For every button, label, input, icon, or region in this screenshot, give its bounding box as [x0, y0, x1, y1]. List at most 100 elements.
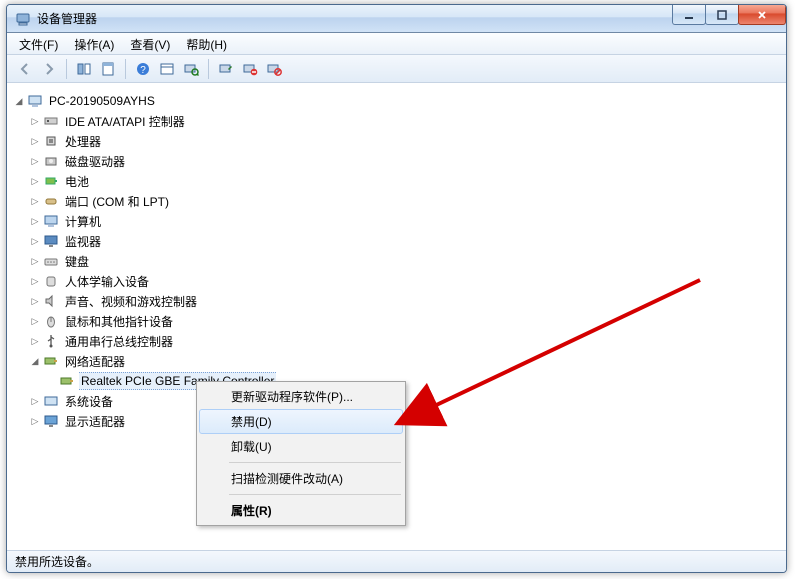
nav-back-button[interactable]	[13, 58, 37, 80]
expand-icon[interactable]: ▷	[27, 273, 43, 289]
node-label: 磁盘驱动器	[63, 152, 127, 171]
toolbar-separator	[125, 59, 126, 79]
nav-forward-button[interactable]	[37, 58, 61, 80]
tree-node-ports[interactable]: ▷ 端口 (COM 和 LPT)	[11, 191, 786, 211]
node-label: 计算机	[63, 212, 103, 231]
menu-help[interactable]: 帮助(H)	[178, 33, 235, 54]
node-label: 处理器	[63, 132, 103, 151]
menubar: 文件(F) 操作(A) 查看(V) 帮助(H)	[7, 33, 786, 55]
computer-icon	[27, 93, 43, 109]
usb-icon	[43, 333, 59, 349]
expand-icon[interactable]: ▷	[27, 413, 43, 429]
ctx-scan[interactable]: 扫描检测硬件改动(A)	[199, 466, 403, 491]
menu-file[interactable]: 文件(F)	[11, 33, 66, 54]
expand-icon[interactable]: ▷	[27, 213, 43, 229]
node-label: 系统设备	[63, 392, 115, 411]
menu-view[interactable]: 查看(V)	[122, 33, 178, 54]
ctx-uninstall[interactable]: 卸载(U)	[199, 434, 403, 459]
expand-icon[interactable]: ▷	[27, 173, 43, 189]
cpu-icon	[43, 133, 59, 149]
node-label: 端口 (COM 和 LPT)	[63, 192, 171, 211]
tree-node-battery[interactable]: ▷ 电池	[11, 171, 786, 191]
node-label: 显示适配器	[63, 412, 127, 431]
tree-node-network-adapters[interactable]: ◢ 网络适配器	[11, 351, 786, 371]
node-label: 鼠标和其他指针设备	[63, 312, 175, 331]
node-label: PC-20190509AYHS	[47, 93, 157, 109]
tree-node-keyboard[interactable]: ▷ 键盘	[11, 251, 786, 271]
mouse-icon	[43, 313, 59, 329]
tree-node-disk[interactable]: ▷ 磁盘驱动器	[11, 151, 786, 171]
expand-icon[interactable]: ▷	[27, 293, 43, 309]
battery-icon	[43, 173, 59, 189]
expand-icon[interactable]: ▷	[27, 153, 43, 169]
view-button[interactable]	[155, 58, 179, 80]
tree-node-monitor[interactable]: ▷ 监视器	[11, 231, 786, 251]
toolbar-separator	[208, 59, 209, 79]
display-adapter-icon	[43, 413, 59, 429]
svg-text:?: ?	[140, 65, 146, 76]
node-label: 声音、视频和游戏控制器	[63, 292, 199, 311]
tree-node-hid[interactable]: ▷ 人体学输入设备	[11, 271, 786, 291]
node-label: 人体学输入设备	[63, 272, 151, 291]
node-label: 通用串行总线控制器	[63, 332, 175, 351]
titlebar[interactable]: 设备管理器	[7, 5, 786, 33]
show-hide-tree-button[interactable]	[72, 58, 96, 80]
properties-button[interactable]	[96, 58, 120, 80]
uninstall-button[interactable]	[238, 58, 262, 80]
status-text: 禁用所选设备。	[15, 553, 99, 570]
context-menu-separator	[229, 494, 401, 495]
controller-icon	[43, 113, 59, 129]
expand-icon[interactable]: ▷	[27, 253, 43, 269]
tree-node-mouse[interactable]: ▷ 鼠标和其他指针设备	[11, 311, 786, 331]
node-label: 电池	[63, 172, 91, 191]
keyboard-icon	[43, 253, 59, 269]
tree-root[interactable]: ◢ PC-20190509AYHS	[11, 91, 786, 111]
toolbar-separator	[66, 59, 67, 79]
node-label: 监视器	[63, 232, 103, 251]
context-menu: 更新驱动程序软件(P)... 禁用(D) 卸载(U) 扫描检测硬件改动(A) 属…	[196, 381, 406, 526]
expand-icon[interactable]: ▷	[27, 193, 43, 209]
update-driver-button[interactable]	[214, 58, 238, 80]
ports-icon	[43, 193, 59, 209]
expand-icon[interactable]: ▷	[27, 393, 43, 409]
toolbar: ?	[7, 55, 786, 83]
ctx-properties[interactable]: 属性(R)	[199, 498, 403, 523]
collapse-icon[interactable]: ◢	[27, 353, 43, 369]
node-label: IDE ATA/ATAPI 控制器	[63, 112, 187, 131]
ctx-disable[interactable]: 禁用(D)	[199, 409, 403, 434]
tree-node-usb[interactable]: ▷ 通用串行总线控制器	[11, 331, 786, 351]
minimize-button[interactable]	[672, 5, 706, 25]
window-title: 设备管理器	[37, 10, 97, 27]
collapse-icon[interactable]: ◢	[11, 93, 27, 109]
system-icon	[43, 393, 59, 409]
hid-icon	[43, 273, 59, 289]
disk-icon	[43, 153, 59, 169]
tree-node-ide[interactable]: ▷ IDE ATA/ATAPI 控制器	[11, 111, 786, 131]
expand-icon[interactable]: ▷	[27, 333, 43, 349]
expand-icon[interactable]: ▷	[27, 133, 43, 149]
node-label: 键盘	[63, 252, 91, 271]
network-icon	[43, 353, 59, 369]
tree-node-computer[interactable]: ▷ 计算机	[11, 211, 786, 231]
expand-icon[interactable]: ▷	[27, 233, 43, 249]
context-menu-separator	[229, 462, 401, 463]
help-button[interactable]: ?	[131, 58, 155, 80]
scan-hardware-button[interactable]	[179, 58, 203, 80]
maximize-button[interactable]	[705, 5, 739, 25]
computer-icon	[43, 213, 59, 229]
menu-action[interactable]: 操作(A)	[66, 33, 122, 54]
close-button[interactable]	[738, 5, 786, 25]
statusbar: 禁用所选设备。	[7, 550, 786, 572]
expand-icon[interactable]: ▷	[27, 113, 43, 129]
app-icon	[15, 11, 31, 27]
disable-button[interactable]	[262, 58, 286, 80]
expand-icon[interactable]: ▷	[27, 313, 43, 329]
nic-icon	[59, 373, 75, 389]
tree-node-sound[interactable]: ▷ 声音、视频和游戏控制器	[11, 291, 786, 311]
sound-icon	[43, 293, 59, 309]
device-tree: ◢ PC-20190509AYHS ▷ IDE ATA/ATAPI 控制器 ▷ …	[7, 85, 786, 431]
tree-node-cpu[interactable]: ▷ 处理器	[11, 131, 786, 151]
node-label: 网络适配器	[63, 352, 127, 371]
ctx-update-driver[interactable]: 更新驱动程序软件(P)...	[199, 384, 403, 409]
monitor-icon	[43, 233, 59, 249]
